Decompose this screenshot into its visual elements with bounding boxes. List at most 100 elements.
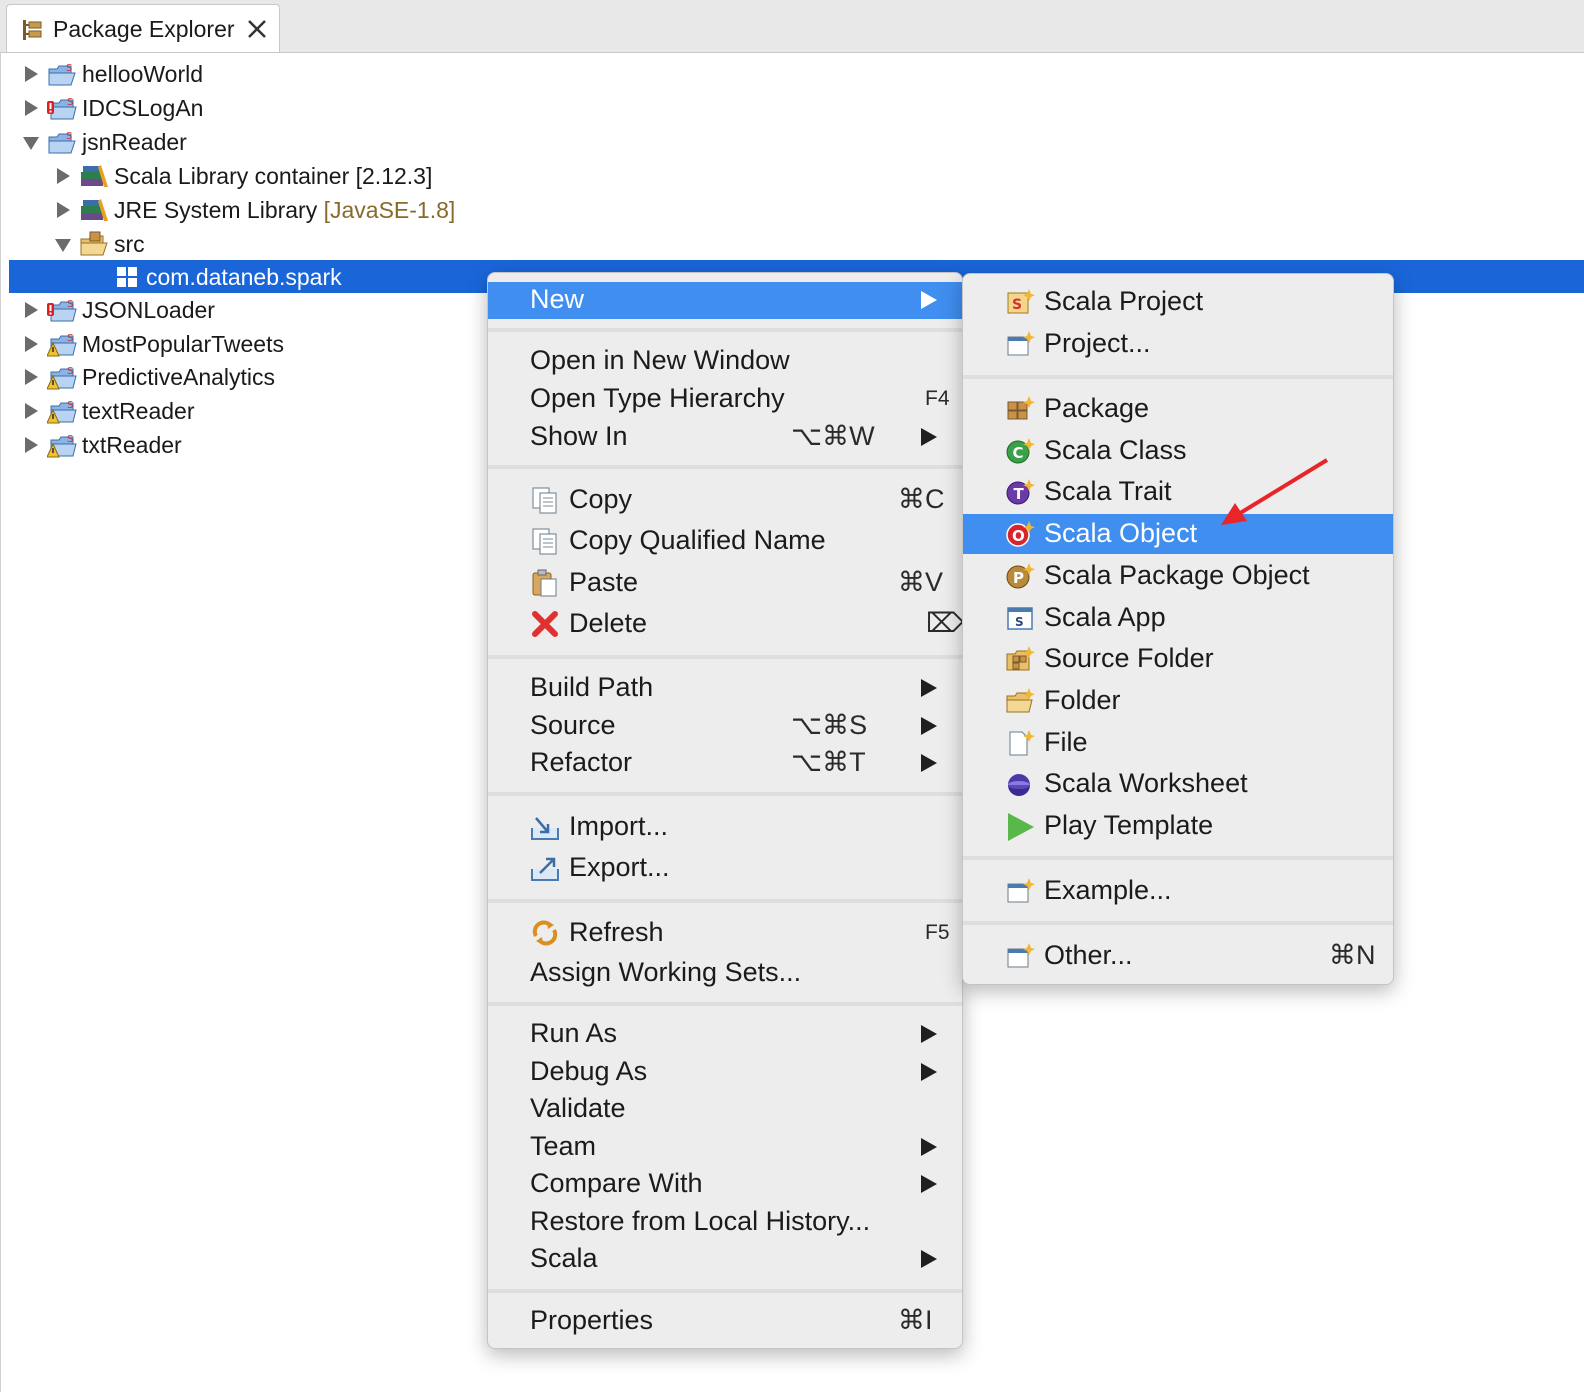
menu-item-label: Scala xyxy=(530,1243,598,1273)
menu-item-refresh[interactable]: Refresh F5 xyxy=(488,914,962,952)
expand-twisty-icon[interactable] xyxy=(57,168,70,184)
menu-item-paste[interactable]: Paste ⌘V xyxy=(488,564,962,602)
close-icon[interactable] xyxy=(245,17,269,41)
menu-item-compare-with[interactable]: Compare With xyxy=(488,1166,962,1202)
scala-package-object-icon: P xyxy=(1006,563,1035,589)
menu-item-example[interactable]: Example... xyxy=(963,871,1393,911)
expand-twisty-icon[interactable] xyxy=(25,66,38,82)
menu-item-copy-qualified-name[interactable]: Copy Qualified Name xyxy=(488,522,962,560)
menu-item-other[interactable]: Other... ⌘N xyxy=(963,936,1393,976)
menu-item-label: Project... xyxy=(1044,328,1151,358)
tree-item-label: com.dataneb.spark xyxy=(146,264,342,290)
expand-twisty-icon[interactable] xyxy=(25,403,38,419)
submenu-arrow-icon xyxy=(921,1250,937,1268)
menu-separator xyxy=(488,655,962,659)
menu-item-shortcut: ⌥⌘S xyxy=(791,710,868,740)
collapse-twisty-icon[interactable] xyxy=(55,239,71,252)
menu-item-build-path[interactable]: Build Path xyxy=(488,670,962,706)
new-submenu: S Scala Project Project... Package C Sca… xyxy=(962,273,1394,985)
tree-item-src[interactable]: src xyxy=(9,227,1584,261)
menu-item-assign-working-sets[interactable]: Assign Working Sets... xyxy=(488,955,962,991)
menu-item-scala[interactable]: Scala xyxy=(488,1241,962,1277)
menu-item-restore-local-history[interactable]: Restore from Local History... xyxy=(488,1204,962,1240)
menu-item-play-template[interactable]: Play Template xyxy=(963,806,1393,846)
menu-item-label: Scala Object xyxy=(1044,518,1198,548)
menu-item-open-type-hierarchy[interactable]: Open Type Hierarchy F4 xyxy=(488,381,962,417)
view-tab-bar: Package Explorer xyxy=(0,0,1584,53)
menu-item-copy[interactable]: Copy ⌘C xyxy=(488,481,962,519)
menu-item-scala-worksheet[interactable]: Scala Worksheet xyxy=(963,764,1393,804)
menu-item-delete[interactable]: Delete ⌦ xyxy=(488,605,964,643)
menu-item-debug-as[interactable]: Debug As xyxy=(488,1054,962,1090)
menu-item-scala-package-object[interactable]: P Scala Package Object xyxy=(963,556,1393,596)
svg-text:T: T xyxy=(1014,485,1025,503)
menu-item-project[interactable]: Project... xyxy=(963,324,1393,364)
tree-item-label: JSONLoader xyxy=(82,297,215,323)
menu-item-label: Folder xyxy=(1044,685,1121,715)
menu-item-label: Paste xyxy=(569,567,639,597)
new-scala-project-icon: S xyxy=(1007,289,1035,314)
tab-package-explorer[interactable]: Package Explorer xyxy=(6,4,280,52)
menu-item-label: Scala Package Object xyxy=(1044,560,1310,590)
expand-twisty-icon[interactable] xyxy=(25,336,38,352)
svg-text:S: S xyxy=(67,299,73,310)
expand-twisty-icon[interactable] xyxy=(57,202,70,218)
menu-item-source[interactable]: Source ⌥⌘S xyxy=(488,708,962,744)
new-package-icon xyxy=(1007,396,1035,420)
menu-separator xyxy=(488,328,962,332)
menu-item-team[interactable]: Team xyxy=(488,1129,962,1165)
submenu-arrow-icon xyxy=(921,1138,937,1156)
menu-item-new[interactable]: New xyxy=(488,282,962,319)
submenu-arrow-icon xyxy=(921,754,937,772)
menu-item-source-folder[interactable]: Source Folder xyxy=(963,639,1393,679)
tree-item-idcslogan[interactable]: S IDCSLogAn xyxy=(9,91,1584,125)
menu-item-refactor[interactable]: Refactor ⌥⌘T xyxy=(488,745,962,781)
menu-separator xyxy=(488,792,962,796)
menu-item-shortcut: ⌘V xyxy=(898,567,944,597)
svg-text:S: S xyxy=(67,400,73,411)
menu-item-label: File xyxy=(1044,727,1088,757)
menu-separator xyxy=(963,856,1393,860)
svg-text:S: S xyxy=(67,366,73,377)
menu-item-import[interactable]: Import... xyxy=(488,808,962,846)
menu-item-label: Restore from Local History... xyxy=(530,1206,871,1236)
scala-project-icon: S xyxy=(48,63,76,86)
tree-item-label: Scala Library container [2.12.3] xyxy=(114,163,433,189)
menu-item-label: Assign Working Sets... xyxy=(530,957,802,987)
expand-twisty-icon[interactable] xyxy=(25,369,38,385)
collapse-twisty-icon[interactable] xyxy=(23,137,39,150)
menu-item-properties[interactable]: Properties ⌘I xyxy=(488,1303,962,1339)
menu-item-label: Source Folder xyxy=(1044,643,1214,673)
new-example-icon xyxy=(1007,878,1035,903)
expand-twisty-icon[interactable] xyxy=(25,437,38,453)
menu-separator xyxy=(488,899,962,903)
tree-item-jre-library[interactable]: JRE System Library [JavaSE-1.8] xyxy=(9,193,1584,227)
menu-item-package[interactable]: Package xyxy=(963,389,1393,429)
svg-text:S: S xyxy=(67,97,73,108)
submenu-arrow-icon xyxy=(921,679,937,697)
menu-item-open-new-window[interactable]: Open in New Window xyxy=(488,343,962,379)
tree-item-label: JRE System Library xyxy=(114,197,318,223)
menu-item-validate[interactable]: Validate xyxy=(488,1091,962,1127)
menu-item-scala-project[interactable]: S Scala Project xyxy=(963,282,1393,322)
menu-item-shortcut: ⌥⌘W xyxy=(791,421,875,451)
menu-item-label: Compare With xyxy=(530,1168,703,1198)
submenu-arrow-icon xyxy=(921,717,937,735)
menu-item-show-in[interactable]: Show In ⌥⌘W xyxy=(488,419,962,455)
tree-item-jsnreader[interactable]: S jsnReader xyxy=(9,125,1584,159)
tree-item-label: PredictiveAnalytics xyxy=(82,364,276,390)
scala-worksheet-icon xyxy=(1008,774,1030,796)
tree-item-scala-library[interactable]: Scala Library container [2.12.3] xyxy=(9,159,1584,193)
menu-item-scala-app[interactable]: S Scala App xyxy=(963,598,1393,638)
tree-item-helloworld[interactable]: S hellooWorld xyxy=(9,57,1584,91)
expand-twisty-icon[interactable] xyxy=(25,302,38,318)
menu-item-label: Scala Worksheet xyxy=(1044,768,1248,798)
menu-separator xyxy=(963,921,1393,925)
menu-item-shortcut: ⌘C xyxy=(898,484,945,514)
menu-item-folder[interactable]: Folder xyxy=(963,681,1393,721)
menu-item-label: Copy xyxy=(569,484,633,514)
menu-item-file[interactable]: File xyxy=(963,723,1393,763)
menu-item-export[interactable]: Export... xyxy=(488,849,962,887)
expand-twisty-icon[interactable] xyxy=(25,100,38,116)
menu-item-run-as[interactable]: Run As xyxy=(488,1016,962,1052)
